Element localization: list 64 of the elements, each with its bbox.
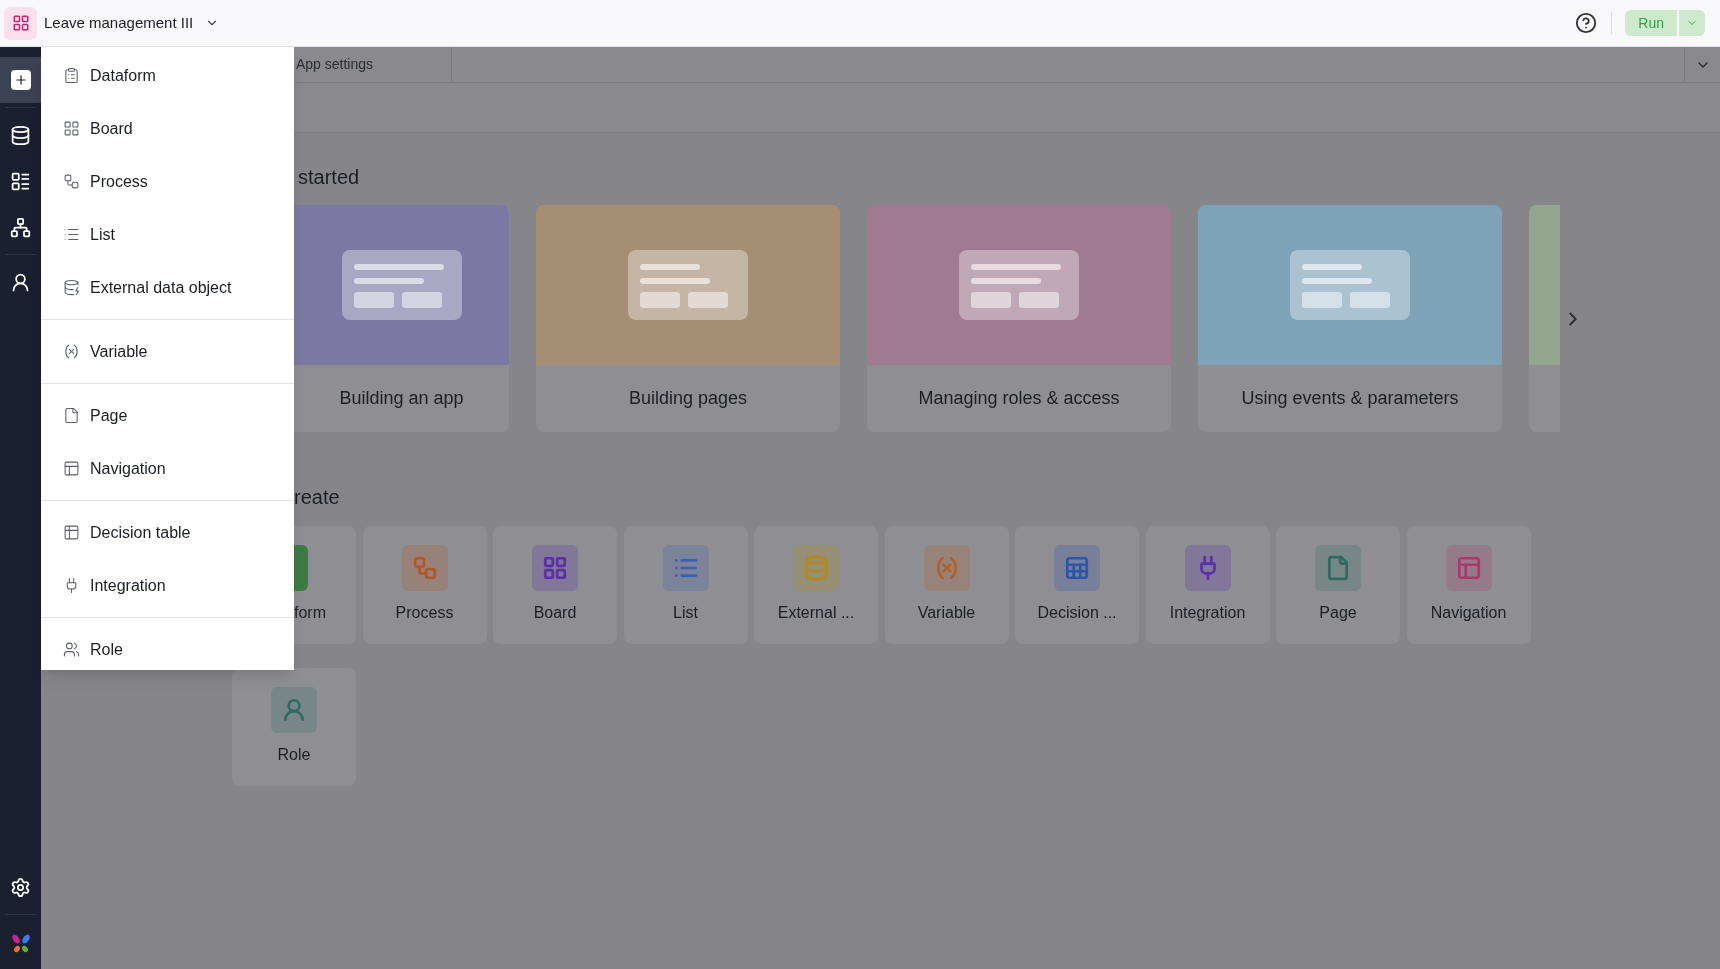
tile-label: Role [277, 745, 311, 765]
create-tile[interactable]: List [623, 526, 748, 644]
users-icon [63, 641, 80, 658]
user-icon [10, 271, 31, 293]
help-icon[interactable] [1575, 12, 1598, 34]
tile-label: Decision ... [1037, 603, 1117, 623]
plus-icon [10, 70, 31, 90]
sidebar-item[interactable] [0, 57, 41, 103]
app-logo[interactable] [4, 6, 37, 40]
card-title: Building pages [628, 387, 748, 410]
tutorial-card[interactable]: Using events & parameters [1198, 205, 1502, 432]
settings-icon[interactable] [10, 876, 31, 898]
menu-item[interactable]: External data object [41, 261, 294, 314]
create-tile[interactable]: External ... [754, 526, 878, 644]
section-heading: started [298, 165, 361, 189]
tile-label: Integration [1169, 603, 1246, 623]
navigation-icon [63, 460, 80, 477]
tile-label: Page [1319, 603, 1357, 623]
create-tile[interactable]: Variable [884, 526, 1009, 644]
menu-item[interactable]: Board [41, 102, 294, 155]
create-tile[interactable]: Role [232, 668, 356, 786]
tutorial-card[interactable]: Managing roles & access [867, 205, 1171, 432]
database-icon [63, 279, 80, 296]
create-tile[interactable]: Decision ... [1015, 526, 1139, 644]
variable-icon [63, 343, 80, 360]
tile-label: form [294, 603, 326, 623]
layout-icon [10, 170, 31, 192]
create-tile[interactable]: Process [362, 526, 487, 644]
clipboard-icon [63, 67, 80, 84]
create-tile[interactable]: Integration [1145, 526, 1270, 644]
menu-item[interactable]: Integration [41, 559, 294, 612]
section-heading: reate [294, 485, 341, 509]
card-title: Managing roles & access [918, 387, 1120, 410]
tile-label: Process [395, 603, 454, 623]
menu-item[interactable]: Process [41, 155, 294, 208]
app-title: Leave management III [44, 12, 194, 33]
tile-label: Navigation [1430, 603, 1507, 623]
menu-item[interactable]: Navigation [41, 442, 294, 495]
create-tile[interactable]: form [294, 526, 356, 644]
tile-label: Variable [917, 603, 976, 623]
list-icon [63, 226, 80, 243]
tile-label: External ... [777, 603, 855, 623]
grid-icon [63, 120, 80, 137]
tile-label: List [673, 603, 698, 623]
menu-item[interactable]: List [41, 208, 294, 261]
create-tile[interactable]: Navigation [1406, 526, 1531, 644]
create-tile[interactable]: Board [493, 526, 617, 644]
hierarchy-icon [10, 216, 31, 238]
workflow-icon [63, 173, 80, 190]
run-button[interactable]: Run [1625, 10, 1677, 36]
page-icon [63, 407, 80, 424]
database-icon [10, 124, 31, 146]
menu-item[interactable]: Decision table [41, 506, 294, 559]
butterfly-logo [10, 934, 31, 954]
tutorial-card[interactable]: Building an app [294, 205, 509, 432]
card-title: Using events & parameters [1241, 387, 1459, 410]
menu-item[interactable]: Dataform [41, 49, 294, 102]
create-tile[interactable]: Page [1276, 526, 1400, 644]
card-title: Building an app [339, 387, 464, 410]
menu-item[interactable]: Variable [41, 325, 294, 378]
tutorial-card[interactable]: Building pages [536, 205, 840, 432]
menu-item[interactable]: Page [41, 389, 294, 442]
tile-label: Board [533, 603, 577, 623]
table-icon [63, 524, 80, 541]
